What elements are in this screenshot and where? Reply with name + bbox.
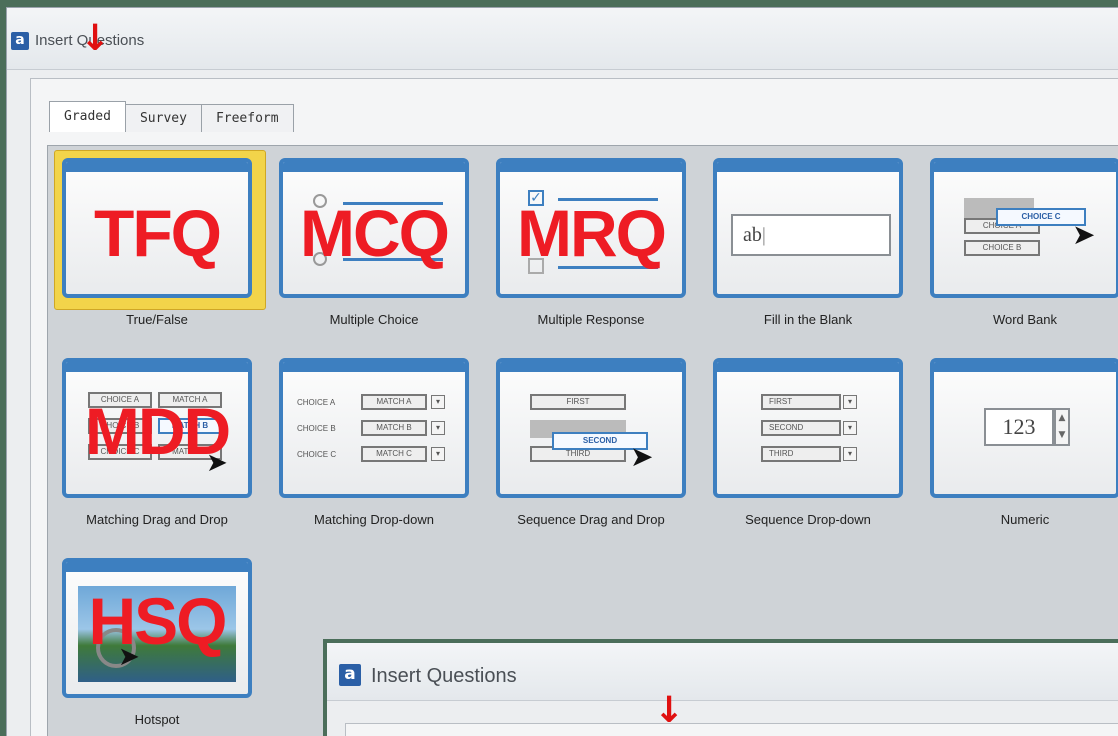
spinner-icon: ▲ ▼ <box>1054 408 1070 446</box>
dropdown-arrow-icon: ▾ <box>843 421 857 435</box>
matching-dropdown-icon: CHOICE A MATCH A ▾ CHOICE B MATCH B ▾ CH… <box>279 358 469 498</box>
row-choice: CHOICE B <box>297 424 336 433</box>
dropdown-arrow-icon: ▾ <box>431 421 445 435</box>
matching-drag-drop-icon: CHOICE A MATCH A CHOICE B MATCH B CHOICE… <box>62 358 252 498</box>
question-type-matching-drag-drop[interactable]: CHOICE A MATCH A CHOICE B MATCH B CHOICE… <box>62 358 252 527</box>
tab-graded[interactable]: Graded <box>49 101 126 132</box>
card-label: Word Bank <box>992 312 1058 327</box>
tab-freeform[interactable]: Freeform <box>200 104 294 132</box>
row-match: MATCH C <box>361 446 427 462</box>
question-type-word-bank[interactable]: CHOICE A CHOICE B CHOICE C ➤ Word Bank <box>930 158 1118 327</box>
row-choice: CHOICE C <box>297 450 337 459</box>
card-label: Sequence Drag and Drop <box>517 512 665 527</box>
dropdown-arrow-icon: ▾ <box>431 395 445 409</box>
multiple-response-icon: ✓ MRQ <box>496 158 686 298</box>
question-type-fill-blank[interactable]: ab| Fill in the Blank <box>713 158 903 327</box>
cursor-icon: ➤ <box>118 642 140 672</box>
sequence-item: SECOND <box>761 420 841 436</box>
word-bank-icon: CHOICE A CHOICE B CHOICE C ➤ <box>930 158 1118 298</box>
app-logo-icon: a <box>339 664 361 686</box>
numeric-value: 123 <box>984 408 1054 446</box>
card-label: Hotspot <box>134 712 180 727</box>
card-label: Multiple Choice <box>329 312 419 327</box>
overlay-label: MCQ <box>300 196 450 270</box>
title-bar: a Insert Questions <box>327 643 1118 701</box>
question-type-sequence-drag-drop[interactable]: FIRST THIRD SECOND ➤ Sequence Drag and D… <box>496 358 686 527</box>
question-type-multiple-response[interactable]: ✓ MRQ Multiple Response <box>496 158 686 327</box>
tab-survey[interactable]: Survey <box>124 104 202 132</box>
title-bar: a Insert Questions <box>7 8 1118 70</box>
cursor-icon: ➤ <box>1072 218 1096 251</box>
sequence-dropdown-icon: FIRST ▾ SECOND ▾ THIRD ▾ <box>713 358 903 498</box>
card-label: Matching Drop-down <box>314 512 434 527</box>
dropdown-arrow-icon: ▾ <box>431 447 445 461</box>
card-label: Matching Drag and Drop <box>86 512 228 527</box>
sequence-item: THIRD <box>761 446 841 462</box>
question-type-true-false[interactable]: TFQ True/False <box>54 150 266 327</box>
true-false-icon: TFQ <box>62 158 252 298</box>
tab-bar: Graded Survey Freeform <box>49 101 294 132</box>
card-label: Numeric <box>1000 512 1050 527</box>
window-title: Insert Questions <box>371 665 517 687</box>
sequence-drag-drop-icon: FIRST THIRD SECOND ➤ <box>496 358 686 498</box>
field-text: ab <box>743 224 762 246</box>
dialog-content: Graded Survey Freeform TFQ True/False MC… <box>30 78 1118 736</box>
row-match: MATCH A <box>361 394 427 410</box>
question-type-hotspot[interactable]: HSQ ➤ Hotspot <box>62 558 252 727</box>
dialog-content <box>345 723 1118 736</box>
card-label: Multiple Response <box>537 312 645 327</box>
question-type-multiple-choice[interactable]: MCQ Multiple Choice <box>279 158 469 327</box>
row-choice: CHOICE A <box>297 398 336 407</box>
choice-b: CHOICE B <box>964 240 1040 256</box>
annotation-arrow-icon: ↓ <box>654 690 685 731</box>
dropdown-arrow-icon: ▾ <box>843 447 857 461</box>
fill-blank-icon: ab| <box>713 158 903 298</box>
card-label: Sequence Drop-down <box>745 512 871 527</box>
hotspot-icon: HSQ ➤ <box>62 558 252 698</box>
question-type-sequence-dropdown[interactable]: FIRST ▾ SECOND ▾ THIRD ▾ Sequence Drop-d… <box>713 358 903 527</box>
question-type-numeric[interactable]: 123 ▲ ▼ Numeric <box>930 358 1118 527</box>
sequence-item: FIRST <box>530 394 626 410</box>
card-label: True/False <box>126 312 188 327</box>
overlay-label: TFQ <box>94 196 222 270</box>
numeric-icon: 123 ▲ ▼ <box>930 358 1118 498</box>
overlay-label: HSQ <box>88 584 227 658</box>
cursor-icon: ➤ <box>630 440 654 473</box>
dropdown-arrow-icon: ▾ <box>843 395 857 409</box>
insert-questions-window: a Insert Questions Graded Survey Freefor… <box>6 7 1118 736</box>
insert-questions-window-secondary: a Insert Questions <box>323 639 1118 736</box>
app-logo-icon: a <box>11 32 29 50</box>
annotation-arrow-icon: ↓ <box>80 18 111 59</box>
cursor-icon: ➤ <box>206 448 228 478</box>
overlay-label: MRQ <box>517 196 667 270</box>
sequence-item: FIRST <box>761 394 841 410</box>
card-label: Fill in the Blank <box>763 312 853 327</box>
multiple-choice-icon: MCQ <box>279 158 469 298</box>
question-type-matching-dropdown[interactable]: CHOICE A MATCH A ▾ CHOICE B MATCH B ▾ CH… <box>279 358 469 527</box>
row-match: MATCH B <box>361 420 427 436</box>
